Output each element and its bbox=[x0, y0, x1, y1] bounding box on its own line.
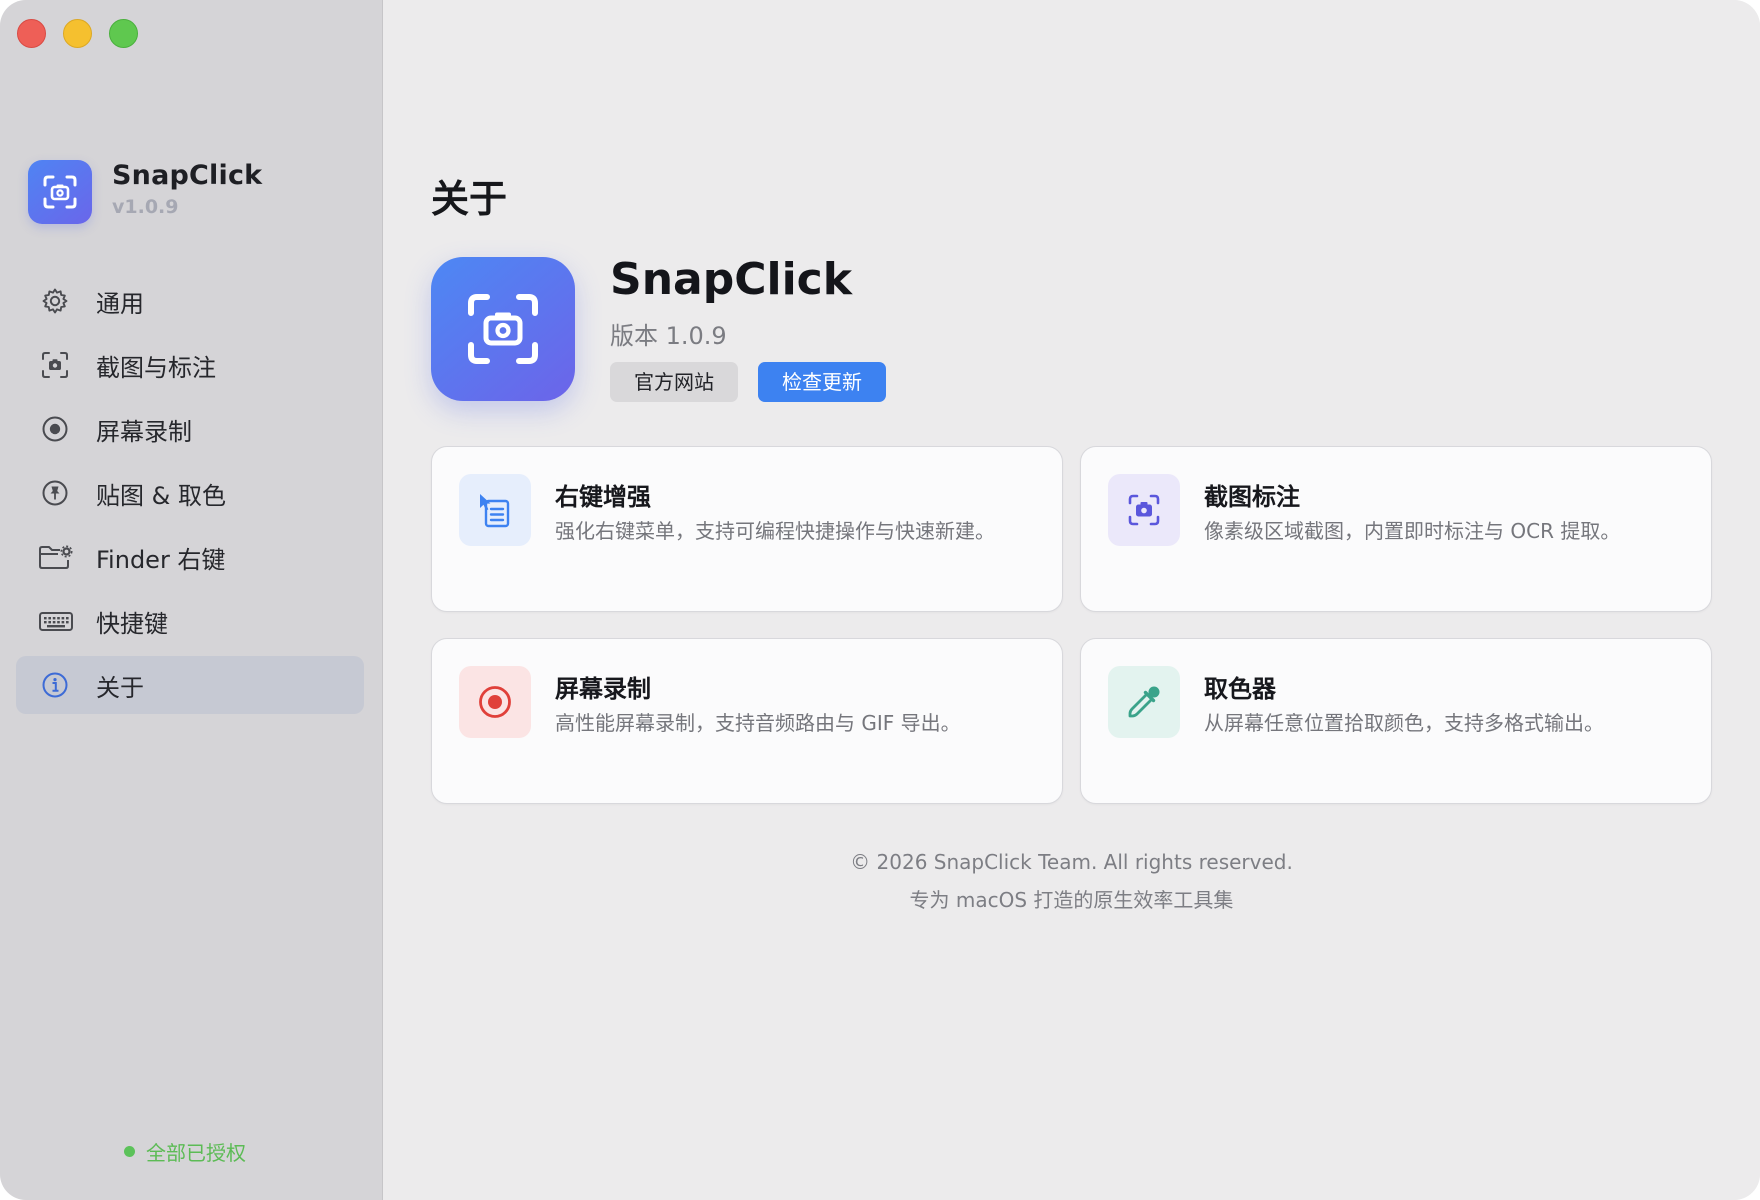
app-large-logo-icon bbox=[431, 257, 575, 401]
sidebar-item-label: 关于 bbox=[96, 673, 144, 702]
copyright-text: © 2026 SnapClick Team. All rights reserv… bbox=[850, 850, 1293, 874]
info-icon bbox=[41, 671, 69, 699]
screenshot-icon bbox=[1108, 474, 1180, 546]
sidebar-item-label: 通用 bbox=[96, 289, 144, 318]
about-app-version: 版本 1.0.9 bbox=[610, 322, 727, 350]
sidebar-item-pin-color[interactable]: 贴图 & 取色 bbox=[16, 464, 364, 522]
screenshot-icon bbox=[41, 351, 69, 379]
feature-title: 截图标注 bbox=[1204, 483, 1300, 511]
feature-description: 强化右键菜单，支持可编程快捷操作与快速新建。 bbox=[555, 519, 995, 543]
main-content: 关于 SnapClick 版本 1.0.9 官方网站 检查更新 右键增强 强化右… bbox=[383, 0, 1760, 1200]
feature-description: 从屏幕任意位置拾取颜色，支持多格式输出。 bbox=[1204, 711, 1604, 735]
eyedropper-icon bbox=[1108, 666, 1180, 738]
feature-title: 取色器 bbox=[1204, 675, 1276, 703]
website-button[interactable]: 官方网站 bbox=[610, 362, 738, 402]
feature-card-context-menu: 右键增强 强化右键菜单，支持可编程快捷操作与快速新建。 bbox=[431, 446, 1063, 612]
menu-cursor-icon bbox=[459, 474, 531, 546]
sidebar-item-label: Finder 右键 bbox=[96, 545, 226, 574]
permission-status: 全部已授权 bbox=[124, 1137, 246, 1166]
sidebar-item-about[interactable]: 关于 bbox=[16, 656, 364, 714]
app-logo-icon bbox=[28, 160, 92, 224]
sidebar: SnapClick v1.0.9 通用 截图与标注 屏幕录制 贴图 & 取色 F… bbox=[0, 0, 383, 1200]
feature-description: 像素级区域截图，内置即时标注与 OCR 提取。 bbox=[1204, 519, 1621, 543]
sidebar-item-label: 截图与标注 bbox=[96, 353, 216, 382]
check-update-button[interactable]: 检查更新 bbox=[758, 362, 886, 402]
sidebar-nav: 通用 截图与标注 屏幕录制 贴图 & 取色 Finder 右键 快捷键 关于 bbox=[16, 272, 364, 720]
zoom-window-button[interactable] bbox=[109, 19, 138, 48]
feature-card-screenshot: 截图标注 像素级区域截图，内置即时标注与 OCR 提取。 bbox=[1080, 446, 1712, 612]
sidebar-item-label: 快捷键 bbox=[96, 609, 168, 638]
record-icon bbox=[459, 666, 531, 738]
feature-title: 右键增强 bbox=[555, 483, 651, 511]
record-icon bbox=[41, 415, 69, 443]
sidebar-item-label: 屏幕录制 bbox=[96, 417, 192, 446]
pin-icon bbox=[41, 479, 69, 507]
tagline-text: 专为 macOS 打造的原生效率工具集 bbox=[909, 888, 1234, 912]
minimize-window-button[interactable] bbox=[63, 19, 92, 48]
app-version: v1.0.9 bbox=[112, 196, 179, 218]
about-app-name: SnapClick bbox=[610, 254, 852, 305]
app-name: SnapClick bbox=[112, 160, 263, 191]
feature-title: 屏幕录制 bbox=[555, 675, 651, 703]
sidebar-item-finder[interactable]: Finder 右键 bbox=[16, 528, 364, 586]
folder-gear-icon bbox=[38, 543, 74, 571]
close-window-button[interactable] bbox=[17, 19, 46, 48]
permission-status-text: 全部已授权 bbox=[146, 1141, 246, 1165]
status-dot-icon bbox=[124, 1146, 135, 1157]
sidebar-item-label: 贴图 & 取色 bbox=[96, 481, 226, 510]
feature-card-recording: 屏幕录制 高性能屏幕录制，支持音频路由与 GIF 导出。 bbox=[431, 638, 1063, 804]
page-title: 关于 bbox=[431, 177, 508, 221]
feature-description: 高性能屏幕录制，支持音频路由与 GIF 导出。 bbox=[555, 711, 961, 735]
app-window: SnapClick v1.0.9 通用 截图与标注 屏幕录制 贴图 & 取色 F… bbox=[0, 0, 1760, 1200]
sidebar-item-shortcuts[interactable]: 快捷键 bbox=[16, 592, 364, 650]
feature-card-color-picker: 取色器 从屏幕任意位置拾取颜色，支持多格式输出。 bbox=[1080, 638, 1712, 804]
keyboard-icon bbox=[38, 607, 74, 635]
sidebar-item-recording[interactable]: 屏幕录制 bbox=[16, 400, 364, 458]
gear-icon bbox=[41, 287, 69, 315]
sidebar-item-screenshot[interactable]: 截图与标注 bbox=[16, 336, 364, 394]
sidebar-item-general[interactable]: 通用 bbox=[16, 272, 364, 330]
